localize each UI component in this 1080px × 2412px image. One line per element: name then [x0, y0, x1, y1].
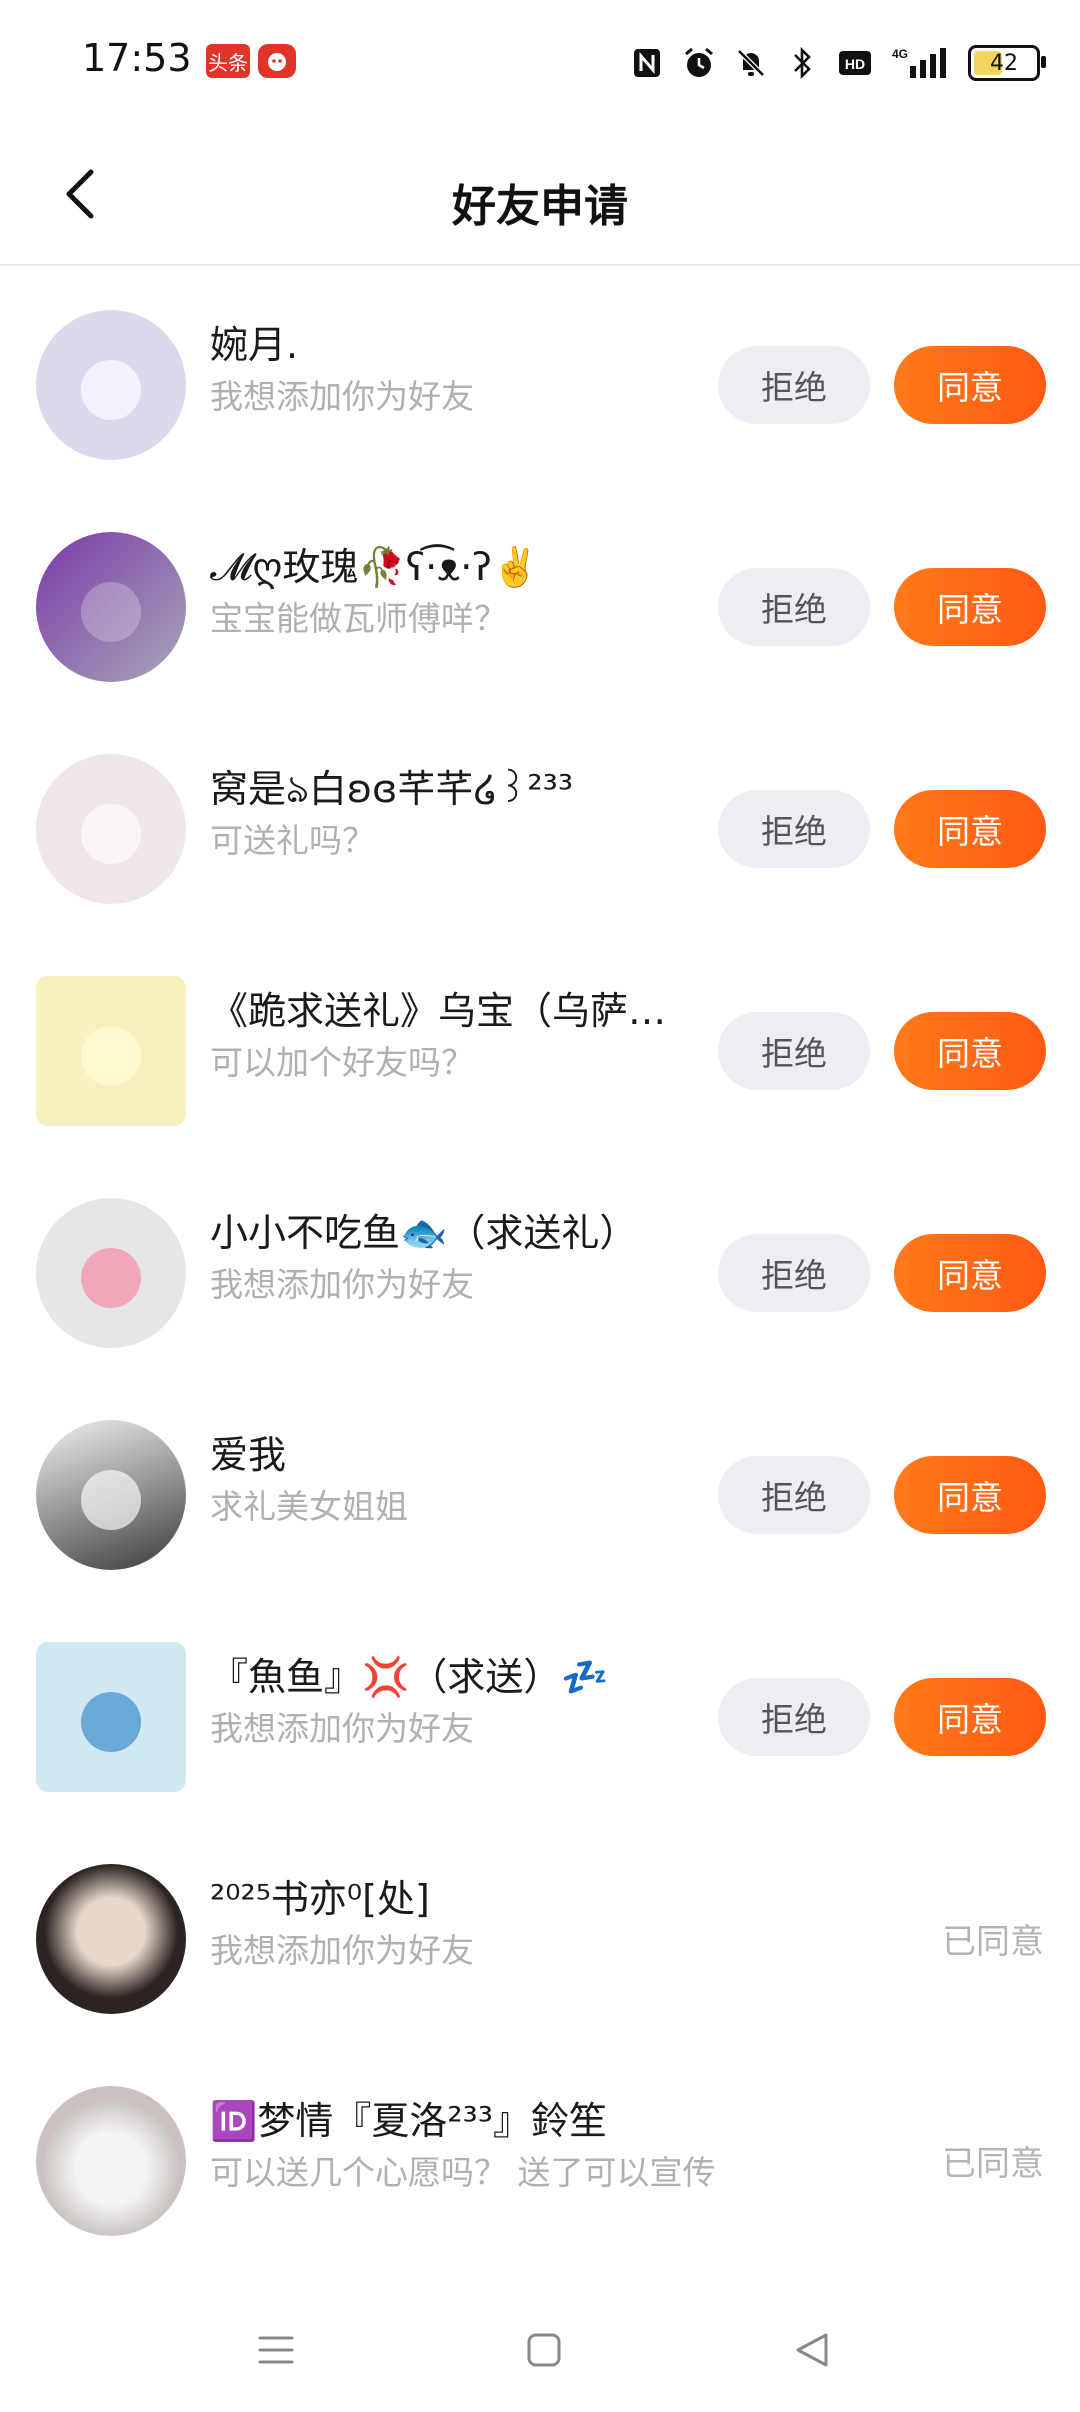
agree-button[interactable]: 同意 [894, 568, 1046, 646]
toutiao-badge-icon: 头条 [206, 44, 250, 78]
friend-name: 𝓜ღ玫瑰🥀ʕ·͡ᴥ·ʔ✌️ [210, 545, 540, 589]
reject-button[interactable]: 拒绝 [718, 568, 870, 646]
friend-name: 爱我 [210, 1433, 287, 1477]
avatar [36, 310, 186, 460]
avatar [36, 2086, 186, 2236]
friend-request-row[interactable]: 爱我 求礼美女姐姐 拒绝 同意 [0, 1380, 1080, 1602]
reject-button[interactable]: 拒绝 [718, 790, 870, 868]
avatar [36, 1420, 186, 1570]
request-message: 可送礼吗？ [210, 821, 375, 860]
reject-button[interactable]: 拒绝 [718, 1012, 870, 1090]
agree-button[interactable]: 同意 [894, 1012, 1046, 1090]
status-bar: 17:53 头条 HD 4G 42 [0, 0, 1080, 120]
request-message: 我想添加你为好友 [210, 1709, 474, 1748]
request-message: 宝宝能做瓦师傅咩？ [210, 599, 507, 638]
nfc-icon [630, 46, 664, 80]
friend-request-row[interactable]: 《跪求送礼》乌宝（乌萨… 可以加个好友吗？ 拒绝 同意 [0, 936, 1080, 1158]
agree-button[interactable]: 同意 [894, 1234, 1046, 1312]
avatar [36, 976, 186, 1126]
friend-name: 小小不吃鱼🐟（求送礼） [210, 1211, 638, 1255]
hd-icon: HD [838, 46, 872, 80]
friend-request-row[interactable]: 窝是ঌ白ʚɞ芊芊໒꒱²³³ 可送礼吗？ 拒绝 同意 [0, 714, 1080, 936]
status-time: 17:53 [82, 36, 192, 80]
agree-button[interactable]: 同意 [894, 1678, 1046, 1756]
request-message: 我想添加你为好友 [210, 377, 474, 416]
agree-button[interactable]: 同意 [894, 790, 1046, 868]
friend-name: 婉月. [210, 323, 299, 367]
friend-request-row[interactable]: ²⁰²⁵书亦⁰[处] 我想添加你为好友 已同意 [0, 1824, 1080, 2046]
friend-name: 『魚鱼』💢（求送）💤 [210, 1655, 609, 1699]
request-message: 我想添加你为好友 [210, 1265, 474, 1304]
nav-back-icon[interactable] [782, 2320, 842, 2380]
alarm-icon [682, 46, 716, 80]
reject-button[interactable]: 拒绝 [718, 1456, 870, 1534]
friend-name: ²⁰²⁵书亦⁰[处] [210, 1877, 430, 1921]
mute-icon [734, 46, 768, 80]
friend-request-row[interactable]: 婉月. 我想添加你为好友 拒绝 同意 [0, 270, 1080, 492]
battery-icon: 42 [968, 45, 1046, 81]
agreed-status: 已同意 [942, 1922, 1044, 1962]
friend-name: 《跪求送礼》乌宝（乌萨… [210, 989, 667, 1033]
reject-button[interactable]: 拒绝 [718, 1678, 870, 1756]
reject-button[interactable]: 拒绝 [718, 1234, 870, 1312]
svg-text:HD: HD [845, 56, 865, 72]
bluetooth-icon [786, 46, 820, 80]
agreed-status: 已同意 [942, 2144, 1044, 2184]
avatar [36, 1642, 186, 1792]
request-message: 我想添加你为好友 [210, 1931, 474, 1970]
friend-request-row[interactable]: 小小不吃鱼🐟（求送礼） 我想添加你为好友 拒绝 同意 [0, 1158, 1080, 1380]
signal-4g-icon: 4G [890, 46, 950, 80]
request-message: 可以加个好友吗？ [210, 1043, 474, 1082]
friend-name: 🆔梦情『夏洛²³³』鈴笙 [210, 2099, 608, 2143]
avatar [36, 532, 186, 682]
friend-request-row[interactable]: 🆔梦情『夏洛²³³』鈴笙 可以送几个心愿吗？ 送了可以宣传 已同意 [0, 2046, 1080, 2268]
agree-button[interactable]: 同意 [894, 1456, 1046, 1534]
avatar [36, 1864, 186, 2014]
system-nav-bar [0, 2300, 1080, 2412]
home-icon[interactable] [514, 2320, 574, 2380]
reject-button[interactable]: 拒绝 [718, 346, 870, 424]
avatar [36, 754, 186, 904]
friend-request-row[interactable]: 𝓜ღ玫瑰🥀ʕ·͡ᴥ·ʔ✌️ 宝宝能做瓦师傅咩？ 拒绝 同意 [0, 492, 1080, 714]
request-message: 可以送几个心愿吗？ 送了可以宣传 [210, 2153, 716, 2192]
avatar [36, 1198, 186, 1348]
request-message: 求礼美女姐姐 [210, 1487, 408, 1526]
page-header: 好友申请 [0, 130, 1080, 266]
app-notification-icon [258, 44, 296, 78]
friend-request-list: 婉月. 我想添加你为好友 拒绝 同意 𝓜ღ玫瑰🥀ʕ·͡ᴥ·ʔ✌️ 宝宝能做瓦师傅… [0, 270, 1080, 2268]
friend-request-row[interactable]: 『魚鱼』💢（求送）💤 我想添加你为好友 拒绝 同意 [0, 1602, 1080, 1824]
menu-icon[interactable] [246, 2320, 306, 2380]
svg-text:4G: 4G [892, 47, 908, 61]
page-title: 好友申请 [452, 181, 628, 232]
agree-button[interactable]: 同意 [894, 346, 1046, 424]
battery-level: 42 [990, 50, 1018, 76]
